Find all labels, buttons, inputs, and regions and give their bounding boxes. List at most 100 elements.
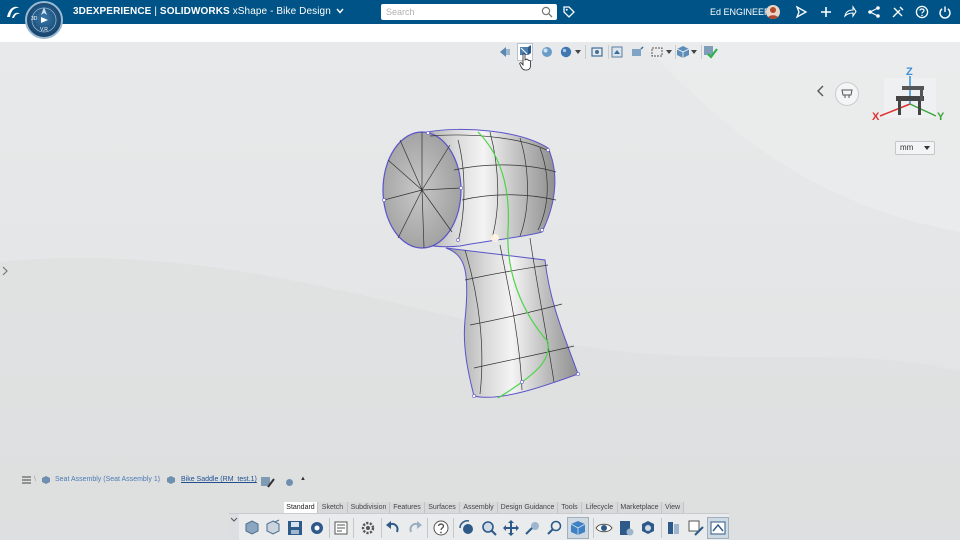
- toolbar-separator: [661, 518, 662, 538]
- avatar[interactable]: [766, 5, 780, 19]
- tree-root-link[interactable]: Seat Assembly (Seat Assembly 1): [55, 476, 160, 483]
- look-at-icon[interactable]: [524, 519, 542, 537]
- properties-icon[interactable]: [332, 519, 350, 537]
- shading-dropdown-caret[interactable]: [575, 50, 581, 54]
- visibility-icon[interactable]: [595, 519, 613, 537]
- y-axis-label: Y: [937, 111, 945, 123]
- tab-surfaces[interactable]: Surfaces: [425, 502, 460, 513]
- user-name[interactable]: Ed ENGINEER: [710, 0, 771, 24]
- tab-subdivision[interactable]: Subdivision: [348, 502, 390, 513]
- subdivision-model[interactable]: [370, 120, 600, 410]
- save-icon[interactable]: [286, 519, 304, 537]
- tab-standard[interactable]: Standard: [284, 502, 318, 513]
- share-icon[interactable]: [867, 5, 881, 19]
- selection-dropdown-caret[interactable]: [666, 50, 672, 54]
- tab-features[interactable]: Features: [390, 502, 425, 513]
- bookmark-icon[interactable]: [617, 519, 635, 537]
- display-style-icon[interactable]: [539, 44, 555, 60]
- toolbar-separator: [593, 518, 594, 538]
- tools-icon[interactable]: [891, 5, 905, 19]
- render-icon[interactable]: [609, 44, 625, 60]
- breadcrumb-separator: \: [158, 476, 160, 483]
- library-icon[interactable]: [665, 519, 683, 537]
- chevron-down-icon[interactable]: [336, 8, 344, 14]
- share-flag-icon[interactable]: [794, 5, 808, 19]
- chevron-left-icon[interactable]: [815, 84, 827, 98]
- import-icon[interactable]: [687, 519, 705, 537]
- search-input[interactable]: [381, 4, 536, 20]
- body-icon[interactable]: [285, 478, 294, 487]
- appearance-icon: [841, 89, 853, 98]
- power-icon[interactable]: [938, 5, 952, 19]
- selection-box-icon[interactable]: [649, 44, 665, 60]
- forward-arrow-icon[interactable]: [843, 5, 857, 19]
- tab-lifecycle[interactable]: Lifecycle: [582, 502, 618, 513]
- save-options-icon[interactable]: [308, 519, 326, 537]
- zoom-fit-icon[interactable]: [589, 44, 605, 60]
- brand-name: 3DEXPERIENCE: [73, 6, 152, 17]
- user-avatar-icon: [767, 7, 779, 19]
- tree-child-link[interactable]: Bike Saddle (RM_test.1): [181, 476, 257, 483]
- view-settings-icon[interactable]: [629, 44, 645, 60]
- chevron-down-icon: [230, 517, 238, 522]
- dassault-logo-icon[interactable]: [4, 3, 22, 21]
- tab-design-guidance[interactable]: Design Guidance: [498, 502, 558, 513]
- toolbar-separator: [353, 518, 354, 538]
- tree-menu-icon[interactable]: [22, 476, 31, 484]
- gear-icon[interactable]: [359, 519, 377, 537]
- tab-assembly[interactable]: Assembly: [460, 502, 498, 513]
- toolbar-separator: [329, 518, 330, 538]
- title-separator: |: [151, 6, 160, 17]
- zoom-area-icon[interactable]: [546, 519, 564, 537]
- search-box[interactable]: [381, 4, 557, 20]
- open-icon[interactable]: [264, 519, 282, 537]
- top-bar: 3DEXPERIENCE | SOLIDWORKS xShape - Bike …: [0, 0, 960, 24]
- breadcrumb-separator: \: [34, 476, 36, 483]
- tag-icon[interactable]: [562, 5, 576, 19]
- chevron-down-icon: [924, 146, 930, 150]
- collaboration-icon[interactable]: [639, 519, 657, 537]
- tab-sketch[interactable]: Sketch: [318, 502, 348, 513]
- tab-tools[interactable]: Tools: [558, 502, 582, 513]
- help-icon[interactable]: [915, 5, 929, 19]
- confirm-check-icon[interactable]: [702, 44, 718, 60]
- units-select[interactable]: mm: [895, 141, 935, 155]
- zoom-icon[interactable]: [480, 519, 498, 537]
- orientation-dropdown-caret[interactable]: [691, 50, 697, 54]
- search-icon[interactable]: [541, 6, 553, 18]
- redo-icon[interactable]: [406, 519, 424, 537]
- new-part-icon[interactable]: [243, 519, 261, 537]
- cube-view-icon: [570, 521, 586, 535]
- help-icon[interactable]: [432, 519, 450, 537]
- compass-vr-label: V,R: [40, 27, 48, 33]
- appearance-button[interactable]: [835, 82, 859, 106]
- display-mode-button[interactable]: [707, 517, 729, 539]
- display-mode-icon: [710, 521, 726, 535]
- previous-view-icon[interactable]: [497, 44, 513, 60]
- view-orientation-icon[interactable]: [675, 44, 691, 60]
- toolbar-separator: [381, 518, 382, 538]
- rotate-view-icon[interactable]: [458, 519, 476, 537]
- header-band: [0, 24, 960, 42]
- compass-widget[interactable]: 3D V,R: [25, 1, 63, 39]
- action-bar: [229, 513, 729, 540]
- pan-icon[interactable]: [502, 519, 520, 537]
- tree-expand-caret[interactable]: ▲: [300, 476, 306, 482]
- edit-part-icon[interactable]: [260, 474, 276, 490]
- toolbar-separator: [585, 45, 586, 59]
- normal-view-button[interactable]: [567, 517, 589, 539]
- mouse-cursor-icon: [519, 53, 531, 71]
- shading-sphere-icon[interactable]: [558, 44, 574, 60]
- chevron-right-icon[interactable]: [1, 266, 9, 276]
- tab-view[interactable]: View: [662, 502, 684, 513]
- x-axis-label: X: [872, 111, 880, 123]
- tab-marketplace[interactable]: Marketplace: [618, 502, 662, 513]
- add-icon[interactable]: [819, 5, 833, 19]
- view-cube[interactable]: Z X Y: [868, 64, 950, 124]
- app-title[interactable]: 3DEXPERIENCE | SOLIDWORKS xShape - Bike …: [73, 0, 344, 24]
- toolbar-separator: [453, 518, 454, 538]
- undo-icon[interactable]: [384, 519, 402, 537]
- part-icon: [167, 476, 175, 484]
- units-value: mm: [900, 143, 914, 152]
- action-bar-handle[interactable]: [229, 514, 239, 540]
